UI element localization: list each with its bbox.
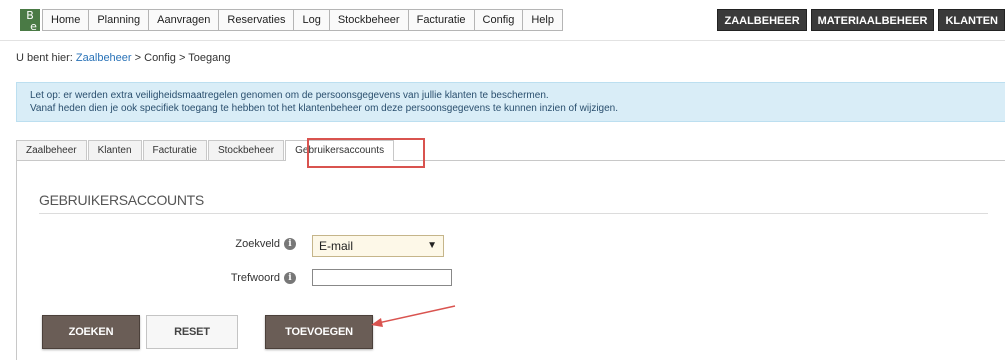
nav-planning[interactable]: Planning xyxy=(89,10,150,30)
add-button[interactable]: TOEVOEGEN xyxy=(265,315,373,349)
breadcrumb-separator: > xyxy=(131,52,145,64)
section-title: GEBRUIKERSACCOUNTS xyxy=(39,192,204,208)
nav-home[interactable]: Home xyxy=(43,10,90,30)
nav-aanvragen[interactable]: Aanvragen xyxy=(149,10,220,30)
app-logo[interactable]: B e xyxy=(20,9,40,31)
module-materiaalbeheer-button[interactable]: MATERIAALBEHEER xyxy=(810,9,935,31)
module-zaalbeheer-button[interactable]: ZAALBEHEER xyxy=(717,9,807,31)
breadcrumb-link-zaalbeheer[interactable]: Zaalbeheer xyxy=(76,52,132,64)
chevron-down-icon: ▼ xyxy=(427,240,437,251)
keyword-label: Trefwoord xyxy=(230,272,280,284)
logo-letter-2: e xyxy=(30,20,37,31)
tab-stockbeheer[interactable]: Stockbeheer xyxy=(207,140,285,160)
tab-klanten[interactable]: Klanten xyxy=(87,140,142,160)
keyword-input[interactable] xyxy=(312,269,452,286)
tab-gebruikersaccounts[interactable]: Gebruikersaccounts xyxy=(285,140,395,161)
breadcrumb: U bent hier: Zaalbeheer > Config > Toega… xyxy=(16,52,230,64)
breadcrumb-item-toegang: Toegang xyxy=(188,52,231,64)
notice-line-1: Let op: er werden extra veiligheidsmaatr… xyxy=(30,90,549,101)
tab-facturatie[interactable]: Facturatie xyxy=(142,140,207,160)
search-field-select[interactable]: E-mail ▼ xyxy=(312,235,444,257)
nav-config[interactable]: Config xyxy=(475,10,524,30)
info-icon[interactable]: i xyxy=(284,238,296,250)
module-klanten-button[interactable]: KLANTEN xyxy=(938,9,1005,31)
header-divider xyxy=(0,40,1005,41)
config-tabs: Zaalbeheer Klanten Facturatie Stockbehee… xyxy=(16,140,395,161)
tab-zaalbeheer[interactable]: Zaalbeheer xyxy=(16,140,87,160)
info-notice: Let op: er werden extra veiligheidsmaatr… xyxy=(16,82,1005,122)
reset-button[interactable]: RESET xyxy=(146,315,238,349)
search-field-value: E-mail xyxy=(319,239,354,253)
breadcrumb-prefix: U bent hier: xyxy=(16,52,76,64)
section-divider xyxy=(39,213,988,214)
info-icon[interactable]: i xyxy=(284,272,296,284)
breadcrumb-separator: > xyxy=(175,52,189,64)
nav-reservaties[interactable]: Reservaties xyxy=(219,10,295,30)
notice-line-2: Vanaf heden dien je ook specifiek toegan… xyxy=(30,103,619,114)
module-switcher: ZAALBEHEER MATERIAALBEHEER KLANTEN xyxy=(717,9,1005,31)
nav-log[interactable]: Log xyxy=(294,10,330,30)
search-button[interactable]: ZOEKEN xyxy=(42,315,140,349)
nav-facturatie[interactable]: Facturatie xyxy=(409,10,475,30)
search-field-label: Zoekveld xyxy=(235,238,280,250)
nav-help[interactable]: Help xyxy=(523,10,562,30)
main-nav: Home Planning Aanvragen Reservaties Log … xyxy=(42,9,563,31)
nav-stockbeheer[interactable]: Stockbeheer xyxy=(330,10,409,30)
breadcrumb-item-config: Config xyxy=(144,52,176,64)
